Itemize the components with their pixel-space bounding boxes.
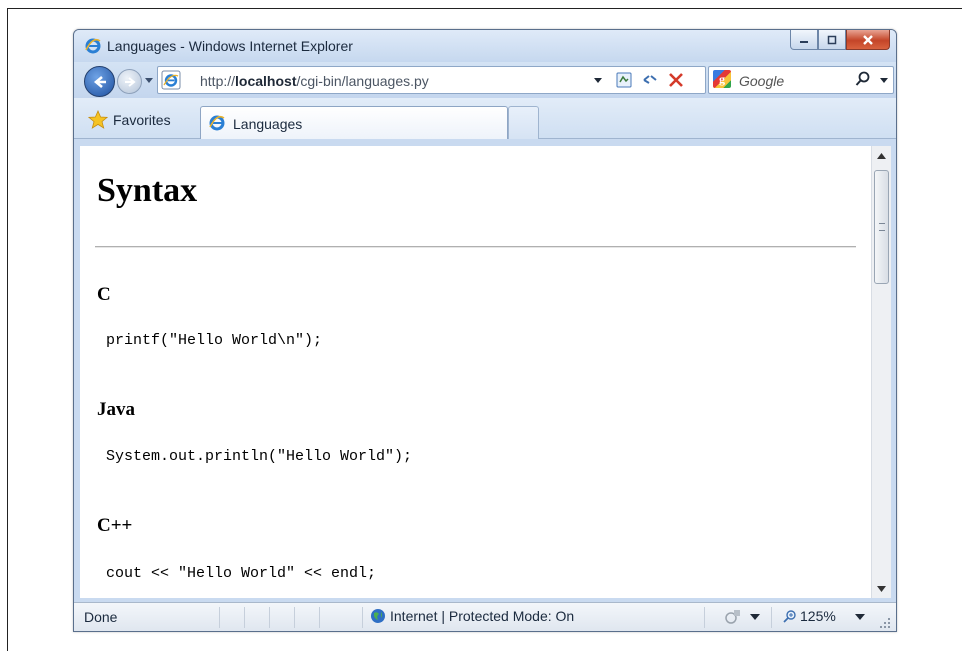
status-separator [294, 607, 295, 628]
language-heading-cpp: C++ [97, 515, 133, 536]
close-icon [863, 34, 873, 45]
horizontal-rule [95, 246, 856, 248]
page-ie-icon [161, 70, 181, 90]
minimize-icon [800, 40, 808, 43]
status-separator [362, 607, 363, 628]
resize-grip-icon[interactable] [880, 618, 891, 629]
globe-icon [371, 609, 385, 623]
address-dropdown-button[interactable] [588, 70, 608, 90]
favorites-label: Favorites [113, 112, 171, 128]
new-tab-button[interactable] [508, 106, 539, 139]
ie-logo-icon [209, 115, 225, 131]
code-sample-java: System.out.println("Hello World"); [106, 448, 413, 465]
forward-button[interactable] [117, 69, 142, 94]
maximize-button[interactable] [818, 30, 846, 50]
language-heading-c: C [97, 284, 111, 305]
close-button[interactable] [846, 30, 890, 50]
search-placeholder: Google [739, 73, 785, 89]
protected-mode-dropdown-icon[interactable] [750, 614, 760, 622]
refresh-button[interactable] [640, 70, 660, 90]
window-controls [790, 30, 890, 51]
code-sample-c: printf("Hello World\n"); [106, 332, 323, 349]
dropdown-arrow-icon [594, 78, 602, 83]
forward-arrow-icon [124, 76, 136, 87]
favorites-button[interactable]: Favorites [88, 110, 171, 130]
url-text[interactable]: http://localhost/cgi-bin/languages.py [200, 73, 429, 89]
stop-button[interactable] [666, 70, 686, 90]
compatibility-view-button[interactable] [614, 70, 634, 90]
minimize-button[interactable] [790, 30, 818, 50]
status-text: Done [84, 609, 118, 625]
ie-logo-icon [85, 38, 101, 54]
frame-border-left [7, 8, 8, 651]
frame-border-top [7, 8, 962, 9]
title-bar[interactable]: Languages - Windows Internet Explorer [74, 30, 896, 62]
status-separator [319, 607, 320, 628]
status-separator [704, 607, 705, 628]
favorites-star-icon [88, 110, 108, 129]
compatibility-view-icon [616, 72, 632, 88]
favorites-bar: Favorites Languages [74, 98, 896, 139]
url-path: /cgi-bin/languages.py [296, 73, 429, 89]
page-heading: Syntax [97, 172, 198, 209]
search-options-dropdown-icon[interactable] [879, 75, 889, 85]
zoom-level: 125% [800, 608, 836, 624]
url-host: localhost [235, 73, 297, 89]
back-arrow-icon [93, 75, 106, 88]
status-separator [244, 607, 245, 628]
protected-mode-icon[interactable] [724, 609, 742, 625]
google-logo-icon: g [713, 70, 731, 88]
window-title: Languages - Windows Internet Explorer [107, 38, 353, 54]
maximize-icon [827, 35, 837, 44]
scrollbar-thumb[interactable] [874, 170, 889, 284]
browser-window: Languages - Windows Internet Explorer ht… [73, 29, 897, 632]
zoom-magnifier-icon [783, 610, 796, 623]
address-field[interactable]: http://localhost/cgi-bin/languages.py [157, 66, 706, 94]
page-content: Syntax C printf("Hello World\n"); Java S… [80, 146, 871, 598]
address-tools [588, 70, 686, 90]
status-separator [269, 607, 270, 628]
tab-label: Languages [233, 116, 303, 132]
scroll-down-arrow-icon [877, 585, 886, 592]
search-magnifier-icon[interactable] [855, 71, 871, 87]
scroll-up-button[interactable] [876, 150, 887, 161]
recent-pages-dropdown-icon[interactable] [144, 75, 154, 85]
zoom-control[interactable]: 125% [783, 608, 836, 624]
status-separator [771, 607, 772, 628]
scroll-down-button[interactable] [876, 583, 887, 594]
vertical-scrollbar[interactable] [871, 146, 891, 598]
status-bar: Done Internet | Protected Mode: On 125% [74, 602, 896, 631]
scrollbar-grip [879, 223, 885, 231]
security-zone[interactable]: Internet | Protected Mode: On [370, 608, 574, 624]
security-zone-text: Internet | Protected Mode: On [390, 608, 575, 624]
tab-languages[interactable]: Languages [200, 106, 508, 139]
search-box[interactable]: g Google [708, 66, 894, 94]
address-toolbar: http://localhost/cgi-bin/languages.py g … [74, 62, 896, 98]
stop-x-icon [669, 73, 683, 87]
url-prefix: http:// [200, 73, 236, 89]
back-button[interactable] [84, 66, 115, 97]
zoom-dropdown-icon[interactable] [855, 614, 865, 622]
refresh-icon [643, 75, 657, 84]
language-heading-java: Java [97, 399, 135, 420]
scroll-up-arrow-icon [877, 152, 886, 159]
code-sample-cpp: cout << "Hello World" << endl; [106, 565, 377, 582]
status-separator [219, 607, 220, 628]
